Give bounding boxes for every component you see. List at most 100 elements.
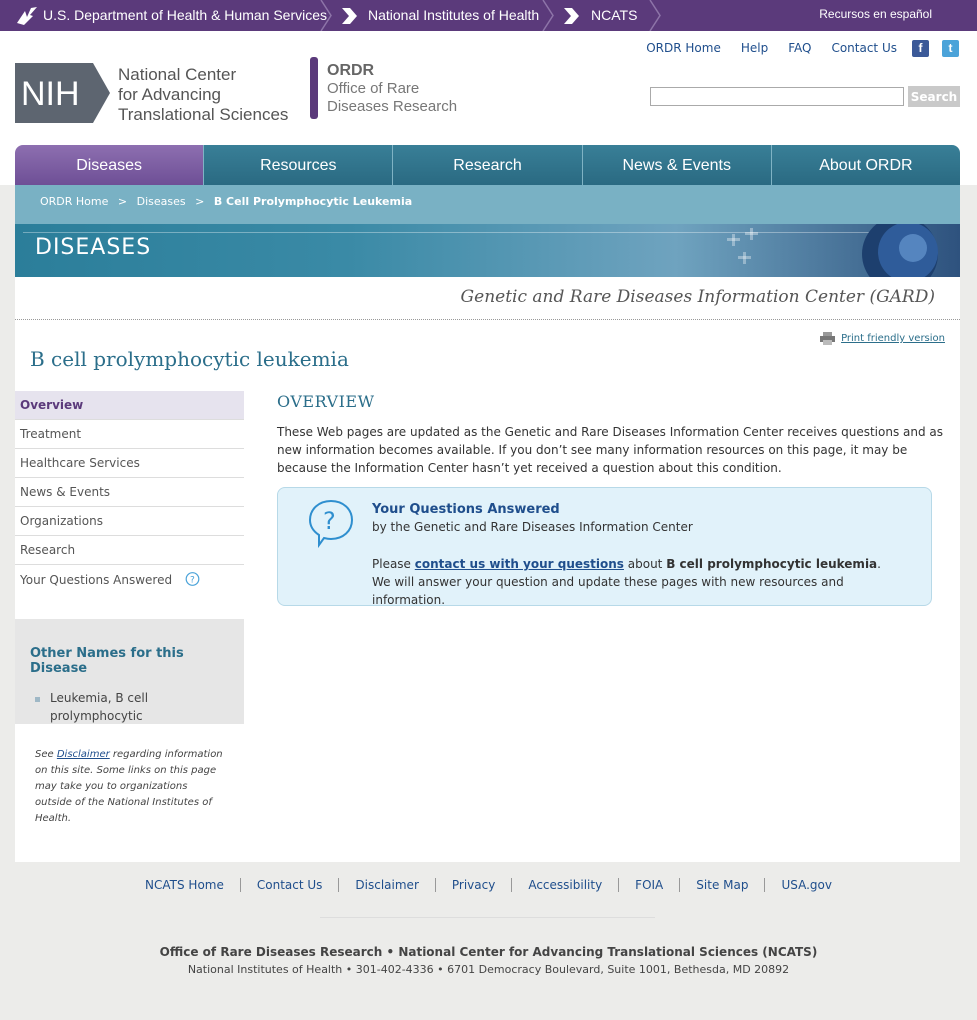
left-nav-label: News & Events — [20, 485, 111, 499]
other-names-title: Other Names for this Disease — [30, 646, 184, 676]
footer-link-privacy[interactable]: Privacy — [434, 878, 511, 892]
ordr-line1: Office of Rare — [327, 80, 420, 97]
ncats-name-line: National Center — [118, 65, 237, 84]
left-nav-label: Research — [20, 543, 76, 557]
left-nav-label: Healthcare Services — [20, 456, 140, 470]
left-nav-item-news-events[interactable]: News & Events — [15, 478, 244, 507]
main-content: Genetic and Rare Diseases Information Ce… — [15, 277, 960, 862]
footer-links: NCATS Home Contact Us Disclaimer Privacy… — [0, 878, 977, 892]
nih-arrow-icon — [342, 7, 357, 24]
ncats-arrow-icon — [564, 7, 579, 24]
util-link-help[interactable]: Help — [741, 41, 768, 55]
breadcrumb-current: B Cell Prolymphocytic Leukemia — [213, 195, 413, 208]
left-nav-item-overview[interactable]: Overview — [15, 391, 244, 420]
hhs-label: U.S. Department of Health & Human Servic… — [43, 7, 328, 23]
footer-address: National Institutes of Health • 301-402-… — [187, 963, 790, 976]
contact-us-questions-link[interactable]: contact us with your questions — [415, 557, 624, 571]
nav-item-diseases[interactable]: Diseases — [15, 145, 204, 185]
banner-decoration — [727, 224, 938, 277]
chevron-right-icon — [320, 0, 332, 31]
nih-logo-text: NIH — [21, 75, 80, 113]
espanol-link[interactable]: Recursos en español — [819, 7, 932, 21]
qa-body: Please contact us with your questions ab… — [372, 555, 902, 609]
breadcrumb-ordr-home[interactable]: ORDR Home — [40, 195, 108, 208]
nav-item-resources[interactable]: Resources — [203, 145, 393, 185]
qa-about: about — [623, 557, 667, 571]
other-name-item: Leukemia, B cell prolymphocytic — [30, 689, 229, 725]
svg-text:?: ? — [190, 576, 195, 586]
footer-link-usa-gov[interactable]: USA.gov — [764, 878, 848, 892]
footer-link-ncats-home[interactable]: NCATS Home — [129, 878, 240, 892]
ncats-name-line: Translational Sciences — [118, 105, 289, 124]
nav-item-research[interactable]: Research — [392, 145, 582, 185]
qa-subtitle: by the Genetic and Rare Diseases Informa… — [372, 520, 693, 534]
hhs-eagle-icon — [17, 6, 37, 25]
left-nav-label: Treatment — [20, 427, 82, 441]
left-nav-item-treatment[interactable]: Treatment — [15, 420, 244, 449]
disclaimer-link[interactable]: Disclaimer — [57, 749, 110, 760]
question-bubble-icon: ? — [308, 499, 354, 548]
hhs-link[interactable]: U.S. Department of Health & Human Servic… — [15, 0, 327, 31]
chevron-right-icon — [649, 0, 661, 31]
print-label: Print friendly version — [841, 333, 945, 344]
util-link-contact-us[interactable]: Contact Us — [831, 41, 897, 55]
util-link-faq[interactable]: FAQ — [788, 41, 811, 55]
ncats-label: NCATS — [591, 7, 638, 23]
nih-label: National Institutes of Health — [368, 7, 540, 23]
printer-icon — [820, 332, 836, 345]
left-nav-item-your-questions[interactable]: Your Questions Answered ? — [15, 565, 244, 594]
nav-item-news-events[interactable]: News & Events — [581, 145, 771, 185]
divider — [15, 319, 960, 320]
disclaimer-pre: See — [35, 749, 57, 760]
footer-link-accessibility[interactable]: Accessibility — [511, 878, 618, 892]
left-nav-item-organizations[interactable]: Organizations — [15, 507, 244, 536]
qa-title: Your Questions Answered — [372, 502, 560, 517]
ncats-link[interactable]: NCATS — [562, 0, 637, 31]
search-button[interactable]: Search — [908, 86, 960, 107]
breadcrumb-separator: > — [117, 195, 128, 208]
left-nav: Overview Treatment Healthcare Services N… — [15, 391, 244, 594]
left-nav-item-healthcare-services[interactable]: Healthcare Services — [15, 449, 244, 478]
breadcrumb-diseases[interactable]: Diseases — [137, 195, 186, 208]
nav-item-about-ordr[interactable]: About ORDR — [770, 145, 960, 185]
svg-text:?: ? — [323, 507, 336, 535]
footer-link-contact-us[interactable]: Contact Us — [239, 878, 339, 892]
ordr-abbr: ORDR — [327, 62, 375, 79]
ncats-name-line: for Advancing — [118, 85, 222, 104]
gard-title: Genetic and Rare Diseases Information Ce… — [460, 287, 935, 307]
overview-text: These Web pages are updated as the Genet… — [277, 425, 944, 475]
search-input[interactable] — [650, 87, 904, 106]
other-names-panel: Other Names for this Disease Leukemia, B… — [15, 619, 244, 724]
overview-title: OVERVIEW — [277, 392, 375, 411]
ordr-line2: Diseases Research — [327, 98, 458, 115]
left-nav-label: Organizations — [20, 514, 103, 528]
left-nav-label: Your Questions Answered — [20, 572, 173, 587]
nih-link[interactable]: National Institutes of Health — [340, 0, 539, 31]
print-link[interactable]: Print friendly version — [820, 332, 945, 345]
nih-logo[interactable]: NIH — [15, 63, 110, 123]
disclaimer-post: regarding information on this site. Some… — [35, 749, 223, 824]
qa-please: Please — [372, 557, 415, 571]
left-nav-item-research[interactable]: Research — [15, 536, 244, 565]
main-nav: Diseases Resources Research News & Event… — [15, 145, 960, 185]
qa-disease: B cell prolymphocytic leukemia — [666, 557, 878, 571]
page-title: B cell prolymphocytic leukemia — [30, 347, 349, 371]
question-bubble-icon: ? — [185, 572, 200, 586]
utility-links: ORDR Home Help FAQ Contact Us — [626, 41, 897, 55]
ordr-accent-bar — [310, 57, 318, 119]
util-link-ordr-home[interactable]: ORDR Home — [646, 41, 721, 55]
facebook-icon[interactable]: f — [912, 40, 929, 57]
left-nav-label: Overview — [20, 398, 84, 412]
footer-link-site-map[interactable]: Site Map — [679, 878, 764, 892]
twitter-icon[interactable]: t — [942, 40, 959, 57]
banner-title: DISEASES — [35, 235, 152, 260]
footer-link-foia[interactable]: FOIA — [618, 878, 679, 892]
footer-link-disclaimer[interactable]: Disclaimer — [338, 878, 434, 892]
ordr-logo[interactable]: ORDR Office of Rare Diseases Research — [327, 62, 457, 116]
chevron-right-icon — [542, 0, 554, 31]
disclaimer-note: See Disclaimer regarding information on … — [35, 747, 225, 827]
questions-answered-box: ? Your Questions Answered by the Genetic… — [277, 487, 932, 609]
footer-divider — [320, 917, 655, 918]
breadcrumb: ORDR Home > Diseases > B Cell Prolymphoc… — [15, 185, 960, 224]
breadcrumb-separator: > — [195, 195, 205, 208]
